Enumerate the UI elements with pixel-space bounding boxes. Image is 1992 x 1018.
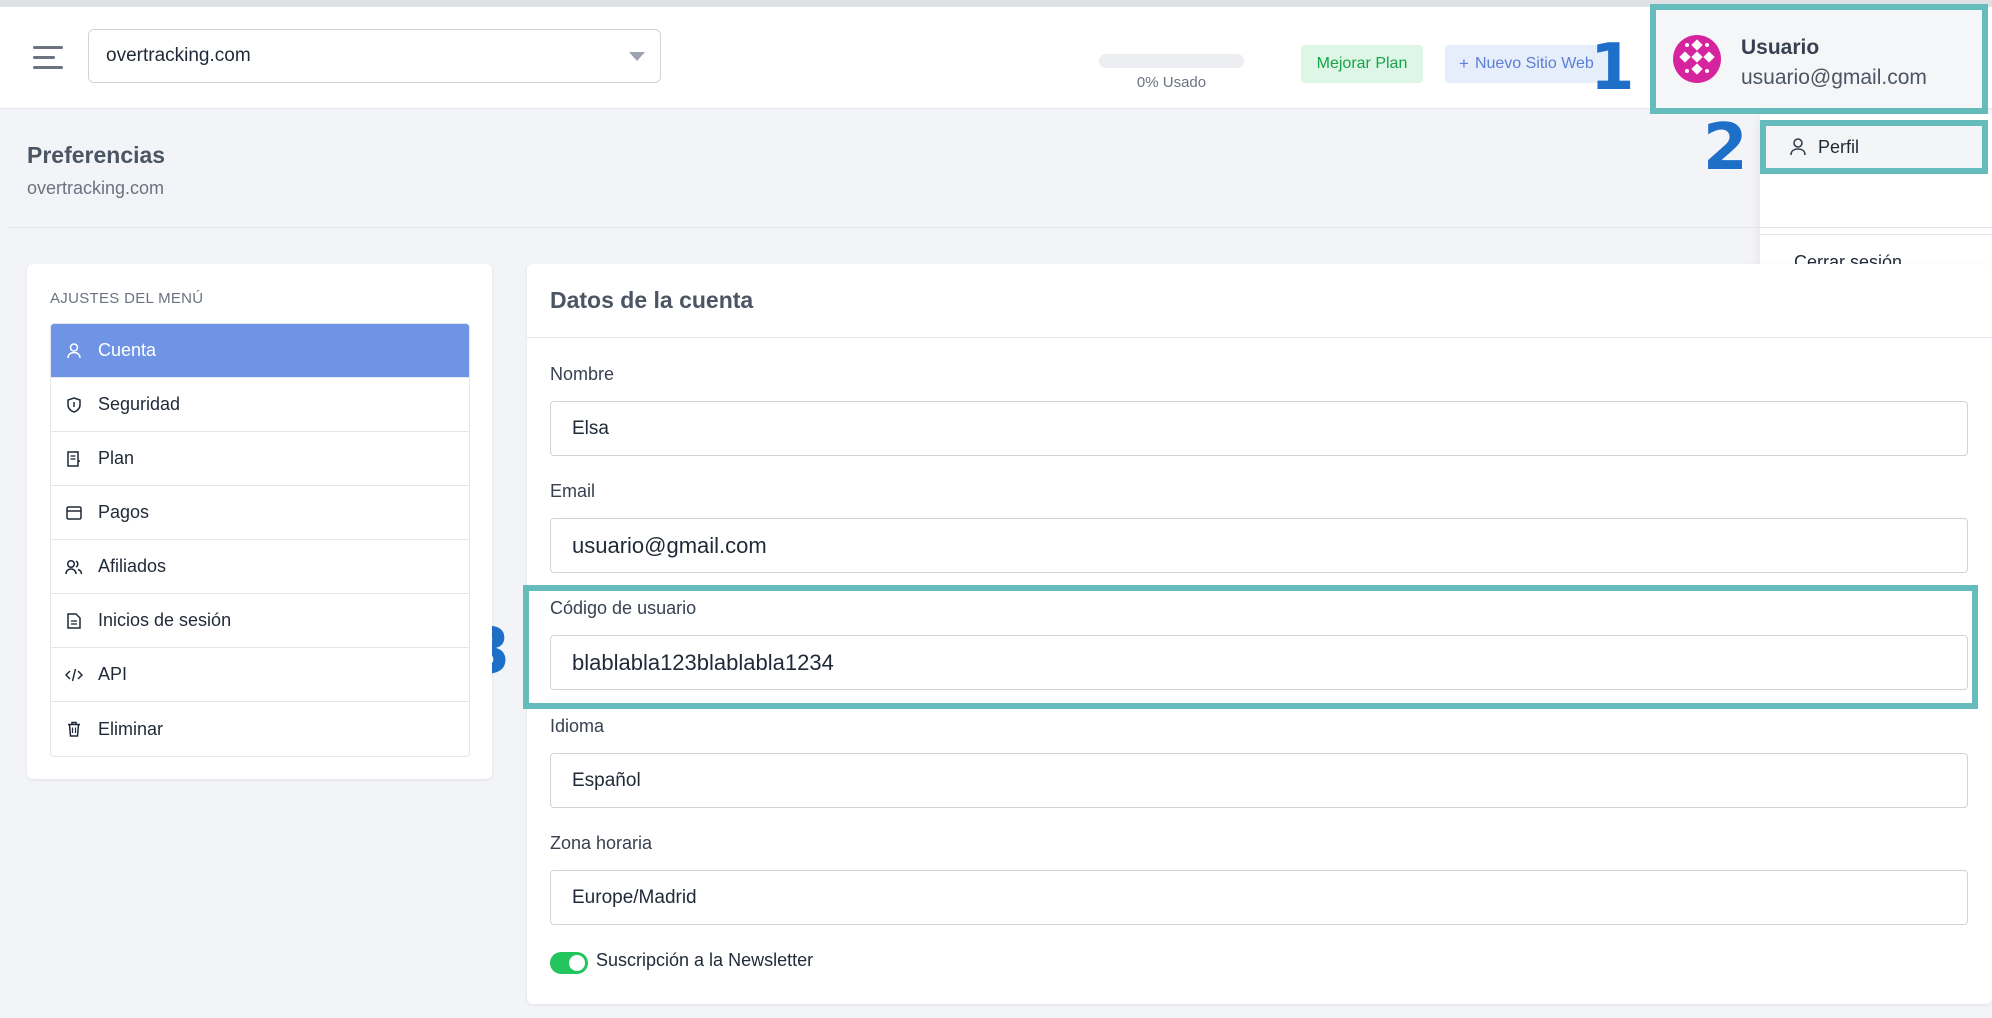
page-title: Preferencias <box>27 142 166 168</box>
card-title: Datos de la cuenta <box>550 287 754 313</box>
sidebar-item-label: Seguridad <box>98 394 181 414</box>
usage-label: 0% Usado <box>1136 74 1207 91</box>
dropdown-divider <box>1760 234 1992 235</box>
name-field[interactable] <box>550 401 1968 456</box>
user-email: usuario@gmail.com <box>1741 66 1927 89</box>
receipt-icon <box>64 449 84 469</box>
trash-icon <box>64 719 84 739</box>
new-site-button[interactable]: + Nuevo Sitio Web <box>1445 45 1613 83</box>
credit-card-icon <box>64 503 84 523</box>
sidebar-item-plan[interactable]: Plan <box>51 432 469 486</box>
sidebar-item-label: Inicios de sesión <box>98 610 232 630</box>
sidebar-item-label: API <box>98 664 128 684</box>
document-icon <box>64 611 84 631</box>
sidebar-item-cuenta[interactable]: Cuenta <box>51 324 469 378</box>
sidebar-item-inicios-de-sesion[interactable]: Inicios de sesión <box>51 594 469 648</box>
profile-menu-item[interactable]: Perfil <box>1760 120 1988 174</box>
language-label: Idioma <box>550 716 605 736</box>
site-selector-value: overtracking.com <box>106 45 251 66</box>
newsletter-toggle[interactable] <box>550 952 588 974</box>
sidebar-item-afiliados[interactable]: Afiliados <box>51 540 469 594</box>
annotation-number-1: 1 <box>1590 31 1635 105</box>
user-icon <box>64 341 84 361</box>
account-data-card: Datos de la cuenta Nombre Email Código d… <box>527 264 1992 1004</box>
new-site-label: Nuevo Sitio Web <box>1474 55 1594 72</box>
name-label: Nombre <box>550 364 615 384</box>
code-icon <box>64 665 84 685</box>
user-account-menu[interactable]: Usuario usuario@gmail.com <box>1650 4 1988 114</box>
sidebar-item-api[interactable]: API <box>51 648 469 702</box>
sidebar-item-eliminar[interactable]: Eliminar <box>51 702 469 756</box>
newsletter-label: Suscripción a la Newsletter <box>596 950 814 970</box>
sidebar-heading: AJUSTES DEL MENÚ <box>50 290 204 307</box>
timezone-field[interactable] <box>550 870 1968 925</box>
user-code-field[interactable] <box>550 635 1968 690</box>
sidebar-item-seguridad[interactable]: Seguridad <box>51 378 469 432</box>
chevron-down-icon <box>629 52 645 61</box>
timezone-label: Zona horaria <box>550 833 653 853</box>
user-name: Usuario <box>1741 36 1820 59</box>
annotation-number-2: 2 <box>1703 111 1748 185</box>
upgrade-plan-button[interactable]: Mejorar Plan <box>1301 45 1423 83</box>
toggle-knob <box>569 955 585 971</box>
sidebar-item-label: Cuenta <box>98 340 157 360</box>
sidebar-item-label: Pagos <box>98 502 150 522</box>
settings-menu: Cuenta Seguridad Plan Pagos Afiliados In… <box>50 323 470 757</box>
settings-sidebar: AJUSTES DEL MENÚ Cuenta Seguridad Plan P… <box>27 264 492 779</box>
shield-icon <box>64 395 84 415</box>
header-divider <box>8 227 1992 228</box>
avatar-pattern-icon <box>1673 35 1721 83</box>
profile-label: Perfil <box>1818 136 1860 157</box>
hamburger-menu-icon[interactable] <box>33 46 63 70</box>
sidebar-item-label: Eliminar <box>98 718 164 739</box>
user-code-label: Código de usuario <box>550 598 697 618</box>
page-subtitle: overtracking.com <box>27 178 165 198</box>
usage-progress-bar <box>1099 54 1244 68</box>
email-label: Email <box>550 481 596 501</box>
language-field[interactable] <box>550 753 1968 808</box>
email-field[interactable] <box>550 518 1968 573</box>
plus-icon: + <box>1459 54 1469 73</box>
user-icon <box>1790 138 1806 156</box>
site-selector[interactable]: overtracking.com <box>88 29 661 83</box>
users-icon <box>64 557 84 577</box>
card-divider <box>527 337 1992 338</box>
sidebar-item-pagos[interactable]: Pagos <box>51 486 469 540</box>
sidebar-item-label: Plan <box>98 448 135 468</box>
sidebar-item-label: Afiliados <box>98 556 167 576</box>
